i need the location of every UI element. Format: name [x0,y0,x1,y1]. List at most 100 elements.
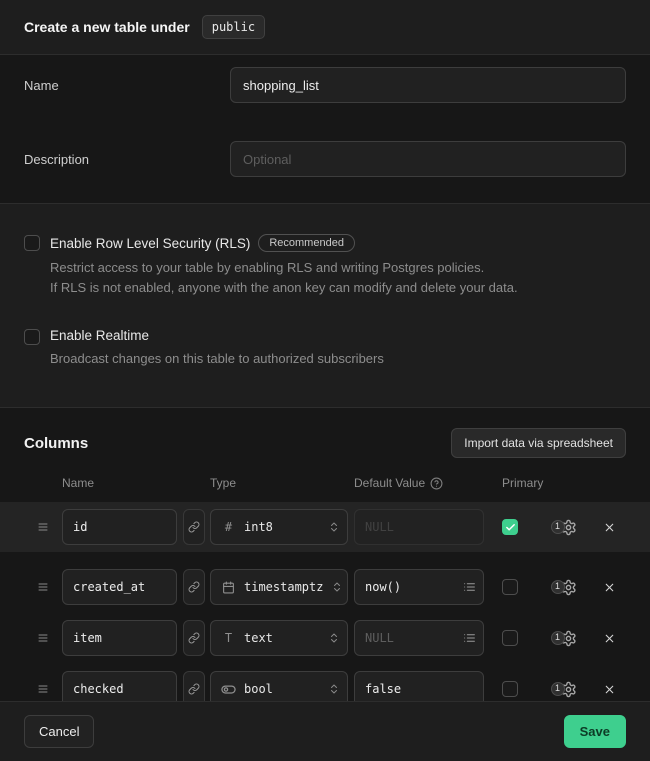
column-name-input[interactable] [62,509,177,545]
primary-checkbox[interactable] [502,630,518,646]
drag-handle-icon[interactable] [24,679,62,699]
rls-checkbox[interactable] [24,235,40,251]
foreign-key-link-icon[interactable] [183,671,205,701]
cancel-button[interactable]: Cancel [24,715,94,748]
settings-count-badge: 1 [551,631,565,645]
drag-handle-icon[interactable] [24,628,62,648]
remove-column-x-icon[interactable] [596,514,622,540]
chevrons-up-down-icon [328,683,340,695]
column-type-select[interactable]: bool [210,671,348,701]
panel-header: Create a new table under public [0,0,650,55]
column-close-cell [590,514,626,540]
column-close-cell [590,625,626,651]
column-default-input[interactable] [354,671,484,701]
column-settings-gear-icon[interactable]: 1 [560,579,577,596]
column-type-value: text [244,631,320,645]
columns-table-header: Name Type Default Value Primary [0,458,650,490]
settings-count-badge: 1 [551,520,565,534]
column-settings-cell: 1 [546,630,590,647]
column-name-cell [62,569,183,605]
rls-checkbox-row: Enable Row Level Security (RLS) Recommen… [24,234,626,298]
column-name-input[interactable] [62,620,177,656]
primary-checkbox[interactable] [502,519,518,535]
realtime-label-row: Enable Realtime [50,328,384,343]
column-close-cell [590,676,626,701]
column-row: # int8 1 [0,502,650,552]
realtime-description-line1: Broadcast changes on this table to autho… [50,349,384,369]
column-type-value: timestamptz [244,580,323,594]
column-primary-cell [491,519,546,535]
save-button[interactable]: Save [564,715,626,748]
rls-description-line2: If RLS is not enabled, anyone with the a… [50,278,518,298]
description-row: Description [24,141,626,177]
column-name-input[interactable] [62,671,177,701]
settings-count-badge: 1 [551,580,565,594]
column-close-cell [590,574,626,600]
chevrons-up-down-icon [331,581,343,593]
column-default-cell [354,509,484,545]
foreign-key-link-icon[interactable] [183,509,205,545]
column-type-select[interactable]: # int8 [210,509,348,545]
column-name-input[interactable] [62,569,177,605]
table-name-input[interactable] [230,67,626,103]
primary-checkbox[interactable] [502,579,518,595]
chevrons-up-down-icon [328,521,340,533]
realtime-label[interactable]: Enable Realtime [50,328,149,343]
name-control [230,67,626,103]
column-type-icon: # [221,520,236,534]
column-header-name: Name [62,476,183,490]
column-type-icon: T [221,631,236,645]
realtime-option-group: Enable Realtime Broadcast changes on thi… [24,328,626,369]
columns-head: Columns Import data via spreadsheet [0,408,650,458]
rls-description-line1: Restrict access to your table by enablin… [50,258,518,278]
columns-heading: Columns [24,435,88,452]
column-type-cell: timestamptz [210,569,354,605]
foreign-key-link-icon[interactable] [183,620,205,656]
column-type-select[interactable]: T text [210,620,348,656]
column-settings-cell: 1 [546,579,590,596]
column-settings-gear-icon[interactable]: 1 [560,681,577,698]
column-type-cell: # int8 [210,509,354,545]
description-control [230,141,626,177]
column-type-icon [221,682,236,697]
table-description-input[interactable] [230,141,626,177]
name-row: Name [24,67,626,103]
foreign-key-link-icon[interactable] [183,569,205,605]
column-header-default: Default Value [354,476,491,490]
column-row: bool 1 [0,667,650,701]
rls-description: Restrict access to your table by enablin… [50,258,518,298]
column-row: timestamptz 1 [0,565,650,609]
column-default-cell [354,569,484,605]
help-circle-icon[interactable] [430,477,443,490]
column-type-cell: T text [210,620,354,656]
column-default-input[interactable] [354,509,484,545]
drag-handle-icon[interactable] [24,517,62,537]
description-label: Description [24,152,230,167]
column-default-cell [354,671,484,701]
primary-checkbox[interactable] [502,681,518,697]
remove-column-x-icon[interactable] [596,676,622,701]
remove-column-x-icon[interactable] [596,574,622,600]
column-settings-cell: 1 [546,681,590,698]
default-value-list-icon[interactable] [461,630,478,647]
column-settings-gear-icon[interactable]: 1 [560,519,577,536]
check-icon [505,522,516,533]
import-spreadsheet-button[interactable]: Import data via spreadsheet [451,428,626,458]
default-value-list-icon[interactable] [461,579,478,596]
settings-count-badge: 1 [551,682,565,696]
rls-label[interactable]: Enable Row Level Security (RLS) [50,236,250,251]
realtime-checkbox[interactable] [24,329,40,345]
realtime-texts: Enable Realtime Broadcast changes on thi… [50,328,384,369]
column-settings-gear-icon[interactable]: 1 [560,630,577,647]
column-header-default-label: Default Value [354,476,425,490]
name-label: Name [24,78,230,93]
column-primary-cell [491,579,546,595]
table-options-section: Enable Row Level Security (RLS) Recommen… [0,204,650,408]
realtime-description: Broadcast changes on this table to autho… [50,349,384,369]
rls-texts: Enable Row Level Security (RLS) Recommen… [50,234,518,298]
remove-column-x-icon[interactable] [596,625,622,651]
column-type-select[interactable]: timestamptz [210,569,348,605]
recommended-badge: Recommended [258,234,355,252]
drag-handle-icon[interactable] [24,577,62,597]
column-name-cell [62,620,183,656]
